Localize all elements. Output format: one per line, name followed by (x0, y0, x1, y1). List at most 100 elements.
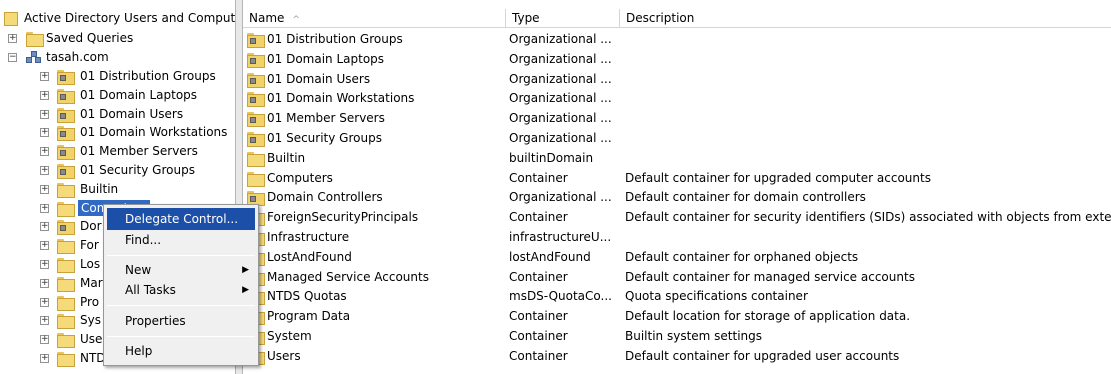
tree-item[interactable]: +01 Domain Laptops (0, 86, 235, 105)
list-row[interactable]: Infrastructure infrastructureU... (243, 228, 1111, 248)
organizational-unit-icon (57, 89, 75, 104)
tree-root[interactable]: Active Directory Users and Comput (0, 9, 236, 28)
tree-item[interactable]: +01 Distribution Groups (0, 67, 235, 86)
organizational-unit-icon (247, 52, 265, 68)
menu-item-find[interactable]: Find... (107, 229, 255, 251)
expand-icon[interactable]: + (40, 316, 49, 325)
cell-name: ForeignSecurityPrincipals (267, 210, 419, 225)
tree-item[interactable]: +01 Domain Workstations (0, 123, 235, 142)
expand-icon[interactable]: + (40, 279, 49, 288)
cell-name: Managed Service Accounts (267, 269, 429, 284)
tree-item-label: Sys (80, 313, 101, 327)
menu-item-all-tasks[interactable]: All Tasks ▶ (107, 279, 255, 301)
tree-root-label: Active Directory Users and Comput (24, 11, 236, 25)
list-row[interactable]: NTDS Quotas msDS-QuotaCo... Quota specific… (243, 287, 1111, 307)
organizational-unit-icon (57, 70, 75, 85)
organizational-unit-icon (57, 126, 75, 141)
menu-item-properties[interactable]: Properties (107, 310, 255, 332)
organizational-unit-icon (247, 72, 265, 88)
list-row[interactable]: 01 Domain Laptops Organizational ... (243, 50, 1111, 70)
collapse-icon[interactable]: − (8, 53, 17, 62)
list-row[interactable]: 01 Domain Users Organizational ... (243, 70, 1111, 90)
cell-type: Container (509, 309, 568, 324)
expand-icon[interactable]: + (40, 335, 49, 344)
expand-icon[interactable]: + (40, 128, 49, 137)
cell-name: Domain Controllers (267, 190, 383, 205)
cell-type: Container (509, 210, 568, 225)
cell-name: LostAndFound (267, 249, 352, 264)
tree-item[interactable]: +01 Domain Users (0, 105, 235, 124)
cell-name: 01 Distribution Groups (267, 32, 403, 46)
folder-icon (57, 277, 75, 292)
organizational-unit-icon (247, 132, 265, 147)
details-list[interactable]: Name ^ Type Description 01 Distribution G… (243, 0, 1111, 374)
cell-description: Default container for security identifie… (625, 210, 1111, 225)
expand-icon[interactable]: + (40, 260, 49, 269)
list-row[interactable]: Users Container Default container for upgr… (243, 347, 1111, 367)
list-row[interactable]: 01 Distribution Groups Organizational ... (243, 30, 1111, 50)
expand-icon[interactable]: + (40, 298, 49, 307)
cell-type: Organizational ... (509, 51, 612, 66)
list-row[interactable]: 01 Security Groups Organizational ... (243, 129, 1111, 149)
list-row[interactable]: Computers Container Default container for … (243, 169, 1111, 189)
tree-item[interactable]: +01 Member Servers (0, 142, 235, 161)
tree-item-label: 01 Distribution Groups (80, 69, 216, 83)
expand-icon[interactable]: + (40, 91, 49, 100)
list-row[interactable]: ForeignSecurityPrincipals Container Defaul… (243, 208, 1111, 228)
column-header-name[interactable]: Name ^ (243, 9, 506, 28)
menu-item-new[interactable]: New ▶ (107, 259, 255, 281)
cell-name: 01 Domain Workstations (267, 91, 415, 106)
list-row[interactable]: Program Data Container Default location fo… (243, 307, 1111, 327)
folder-icon (57, 258, 75, 273)
tree-item-label: Saved Queries (46, 31, 134, 45)
folder-icon (57, 202, 75, 217)
list-row[interactable]: 01 Domain Workstations Organizational ... (243, 89, 1111, 109)
expand-icon[interactable]: + (40, 110, 49, 119)
tree-item-label: 01 Member Servers (80, 144, 198, 158)
column-header-type[interactable]: Type (506, 9, 620, 28)
cell-description: Default container for upgraded computer … (625, 170, 931, 185)
cell-type: Container (509, 348, 568, 363)
expand-icon[interactable]: + (8, 34, 17, 43)
expand-icon[interactable]: + (40, 72, 49, 81)
menu-item-label: New (125, 263, 152, 277)
domain-icon (26, 51, 42, 64)
expand-icon[interactable]: + (40, 222, 49, 231)
expand-icon[interactable]: + (40, 241, 49, 250)
tree-item-label: Mar (80, 276, 103, 290)
cell-name: Infrastructure (267, 230, 350, 244)
menu-item-delegate-control[interactable]: Delegate Control... (107, 208, 255, 230)
tree-item-domain[interactable]: − tasah.com (0, 48, 235, 67)
list-row[interactable]: Builtin builtinDomain (243, 149, 1111, 169)
cell-description: Default container for managed service ac… (625, 269, 915, 284)
column-header-description[interactable]: Description (620, 9, 1111, 28)
list-row[interactable]: 01 Member Servers Organizational ... (243, 109, 1111, 129)
list-row[interactable]: System Container Builtin system settings (243, 327, 1111, 347)
console-root-icon (4, 12, 18, 26)
tree-item-label: Use (80, 332, 103, 346)
cell-description: Quota specifications container (625, 289, 808, 304)
expand-icon[interactable]: + (40, 204, 49, 213)
folder-icon (57, 239, 75, 254)
expand-icon[interactable]: + (40, 166, 49, 175)
organizational-unit-icon (57, 220, 75, 235)
expand-icon[interactable]: + (40, 354, 49, 363)
tree-item-saved-queries[interactable]: + Saved Queries (0, 29, 235, 48)
tree-item[interactable]: + Builtin (0, 180, 235, 199)
tree-item[interactable]: +01 Security Groups (0, 161, 235, 180)
menu-item-help[interactable]: Help (107, 340, 255, 362)
tree-item-label: Builtin (80, 182, 119, 196)
list-row[interactable]: Domain Controllers Organizational ... Defa… (243, 188, 1111, 208)
expand-icon[interactable]: + (40, 147, 49, 156)
folder-icon (57, 183, 75, 198)
column-header-label: Description (626, 11, 695, 25)
cell-type: Organizational ... (509, 190, 612, 205)
list-header: Name ^ Type Description (243, 9, 1111, 28)
menu-item-label: All Tasks (125, 283, 176, 297)
expand-icon[interactable]: + (40, 185, 49, 194)
list-row[interactable]: Managed Service Accounts Container Default… (243, 268, 1111, 288)
menu-separator (107, 305, 255, 306)
folder-icon (57, 296, 75, 311)
cell-description: Default container for orphaned objects (625, 249, 859, 264)
list-row[interactable]: LostAndFound lostAndFound Default containe… (243, 248, 1111, 268)
